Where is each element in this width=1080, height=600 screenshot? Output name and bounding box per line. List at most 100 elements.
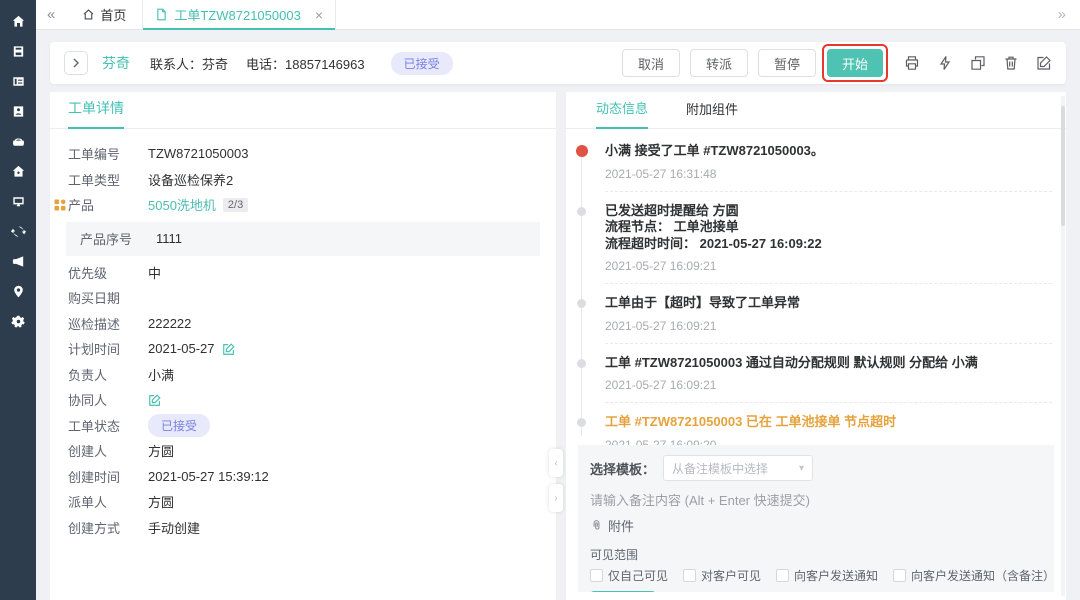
contact-icon[interactable] [10, 103, 26, 119]
toolbar-icon-group [904, 55, 1052, 71]
scrollbar-thumb[interactable] [1061, 106, 1065, 226]
pause-button[interactable]: 暂停 [758, 49, 816, 77]
timeline-dot-red [576, 145, 588, 157]
flash-icon[interactable] [937, 55, 953, 71]
tab-detail[interactable]: 工单详情 [68, 98, 124, 129]
status-badge: 已接受 [391, 52, 453, 75]
tab-home[interactable]: 首页 [66, 0, 142, 29]
send-button[interactable]: 发送 [590, 591, 656, 592]
timeline-dot [577, 418, 586, 427]
field-row-assignee: 负责人 小满 [50, 362, 556, 388]
announcement-icon[interactable] [10, 253, 26, 269]
field-value: 2021-05-27 15:39:12 [148, 469, 269, 484]
timeline-dot [577, 207, 586, 216]
field-label: 工单状态 [68, 416, 130, 435]
service-home-icon[interactable] [10, 163, 26, 179]
tab-close-icon[interactable]: × [315, 8, 323, 22]
transfer-button[interactable]: 转派 [690, 49, 748, 77]
note-input[interactable]: 请输入备注内容 (Alt + Enter 快速提交) [590, 490, 1042, 509]
checkbox-icon [776, 569, 789, 582]
field-row-inspect-desc: 巡检描述 222222 [50, 311, 556, 337]
tab-addon-components[interactable]: 附加组件 [686, 99, 738, 128]
checkbox-notify-customer[interactable]: 向客户发送通知 [776, 567, 878, 584]
timeline-entry: 小满 接受了工单 #TZW8721050003。 2021-05-27 16:3… [566, 143, 1052, 192]
checkbox-self-only[interactable]: 仅自己可见 [590, 567, 668, 584]
panel-collapse-right-handle[interactable]: › [549, 484, 563, 512]
field-row-create-time: 创建时间 2021-05-27 15:39:12 [50, 464, 556, 490]
copy-icon[interactable] [970, 55, 986, 71]
product-link[interactable]: 5050洗地机 [148, 195, 216, 214]
checkbox-customer-visible[interactable]: 对客户可见 [683, 567, 761, 584]
start-button[interactable]: 开始 [827, 49, 883, 77]
settings-gear-icon[interactable] [10, 313, 26, 329]
field-value: 222222 [148, 316, 191, 331]
timeline-entry: 工单 #TZW8721050003 通过自动分配规则 默认规则 分配给 小满 2… [566, 355, 1052, 404]
template-placeholder: 从备注模板中选择 [672, 460, 768, 477]
field-row-product: 产品 5050洗地机 2/3 [50, 192, 556, 218]
field-row-create-method: 创建方式 手动创建 [50, 515, 556, 541]
field-row-purchase-date: 购买日期 [50, 285, 556, 311]
field-row-status: 工单状态 已接受 [50, 413, 556, 439]
template-label: 选择模板： [590, 459, 655, 478]
tab-bar: « 首页 工单TZW8721050003 × » [36, 0, 1080, 30]
field-row-order-type: 工单类型 设备巡检保养2 [50, 167, 556, 193]
timeline-separator [605, 343, 1052, 344]
attachment-label: 附件 [608, 516, 634, 535]
workorder-status-badge: 已接受 [148, 414, 210, 437]
field-value: TZW8721050003 [148, 146, 248, 161]
timeline-dot [577, 359, 586, 368]
field-label: 产品序号 [80, 229, 142, 248]
timeline-time: 2021-05-27 16:09:21 [605, 378, 1052, 392]
tab-home-label: 首页 [100, 5, 126, 24]
timeline-text: 工单 #TZW8721050003 通过自动分配规则 默认规则 分配给 小满 [605, 355, 1052, 372]
timeline-separator [605, 402, 1052, 403]
expand-detail-button[interactable] [64, 51, 88, 75]
tab-workorder[interactable]: 工单TZW8721050003 × [142, 0, 336, 29]
field-value: 中 [148, 263, 161, 282]
field-row-order-no: 工单编号 TZW8721050003 [50, 141, 556, 167]
timeline-text: 小满 接受了工单 #TZW8721050003。 [605, 143, 1052, 160]
panel-collapse-left-handle[interactable]: ‹ [549, 449, 563, 477]
field-row-dispatcher: 派单人 方圆 [50, 489, 556, 515]
chevron-down-icon: ▾ [799, 463, 804, 474]
activity-panel: 动态信息 附加组件 小满 接受了工单 #TZW8721050003。 2021-… [566, 92, 1066, 600]
checkbox-icon [683, 569, 696, 582]
toolbar-actions: 取消 转派 暂停 开始 [612, 44, 1052, 82]
customer-name-link[interactable]: 芬奇 [102, 53, 130, 73]
timeline-text-warning: 工单 #TZW8721050003 已在 工单池接单 节点超时 [605, 414, 1052, 431]
document-tab-icon [155, 8, 168, 21]
edit-plan-time-icon[interactable] [222, 342, 236, 356]
timeline-text: 流程节点： 工单池接单 [605, 219, 1052, 236]
timeline-separator [605, 191, 1052, 192]
attachment-button[interactable]: 附件 [590, 516, 1042, 535]
field-label: 巡检描述 [68, 314, 130, 333]
product-grid-icon [54, 199, 66, 211]
field-label: 协同人 [68, 390, 130, 409]
checkbox-notify-customer-with-note[interactable]: 向客户发送通知（含备注） [893, 567, 1054, 584]
card-list-icon[interactable] [10, 73, 26, 89]
home-tab-icon [82, 8, 95, 21]
sidebar-collapse-icon[interactable]: « [36, 6, 66, 23]
monitor-icon[interactable] [10, 193, 26, 209]
print-icon[interactable] [904, 55, 920, 71]
field-label: 工单编号 [68, 144, 130, 163]
location-pin-icon[interactable] [10, 283, 26, 299]
dispatch-icon[interactable] [10, 223, 26, 239]
tab-overflow-icon[interactable]: » [1044, 6, 1080, 23]
delete-trash-icon[interactable] [1003, 55, 1019, 71]
workorder-icon[interactable] [10, 43, 26, 59]
workorder-detail-panel: 工单详情 工单编号 TZW8721050003 工单类型 设备巡检保养2 产品 … [50, 92, 556, 600]
chevron-right-icon [71, 58, 81, 68]
annotation-highlight: 开始 [822, 44, 888, 82]
home-icon[interactable] [10, 13, 26, 29]
checkbox-icon [590, 569, 603, 582]
product-bag-icon[interactable] [10, 133, 26, 149]
field-value: 手动创建 [148, 518, 200, 537]
edit-icon[interactable] [1036, 55, 1052, 71]
template-select[interactable]: 从备注模板中选择 ▾ [663, 455, 813, 481]
field-label: 创建人 [68, 441, 130, 460]
tab-activity-info[interactable]: 动态信息 [596, 98, 648, 129]
edit-collaborator-icon[interactable] [148, 393, 162, 407]
cancel-button[interactable]: 取消 [622, 49, 680, 77]
timeline-text: 已发送超时提醒给 方圆 [605, 203, 1052, 220]
